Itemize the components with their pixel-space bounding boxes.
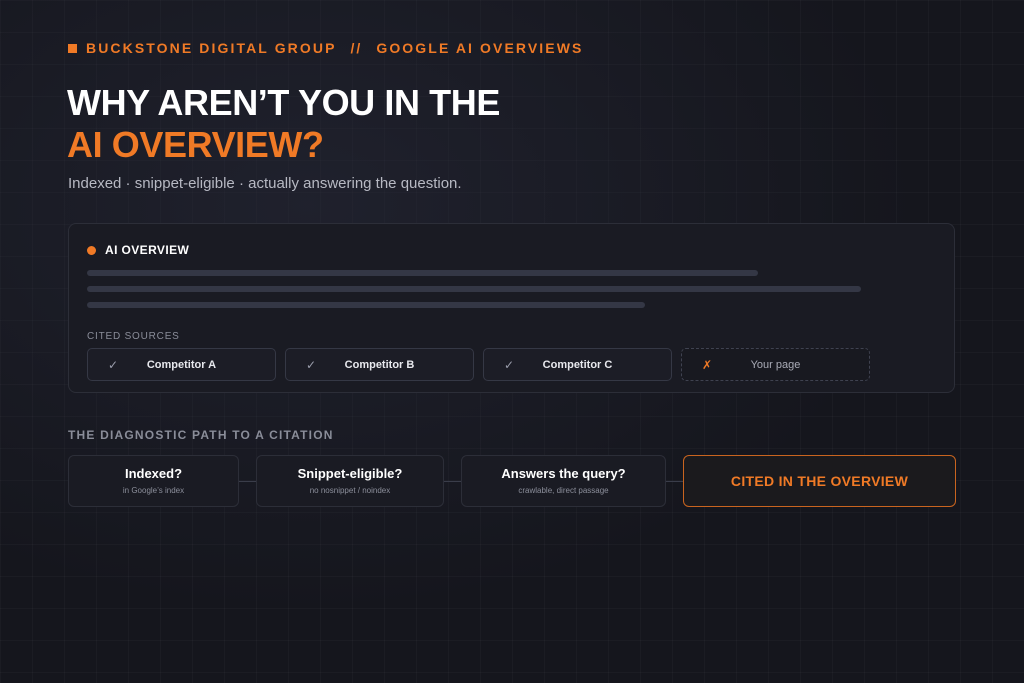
status-dot-icon xyxy=(87,245,96,255)
cited-sources-label: CITED SOURCES xyxy=(87,331,180,342)
ai-overview-card: AI OVERVIEW CITED SOURCES ✓ Competitor A… xyxy=(68,223,955,393)
step-connector xyxy=(665,481,683,482)
title-line-1: WHY AREN’T YOU IN THE xyxy=(67,82,500,123)
step-title: Indexed? xyxy=(124,466,183,481)
final-step-label: CITED IN THE OVERVIEW xyxy=(730,473,909,489)
brand-name: BUCKSTONE DIGITAL GROUP xyxy=(86,40,337,56)
subtitle: Indexed · snippet-eligible · actually an… xyxy=(68,175,462,192)
eyebrow-separator: // xyxy=(350,40,363,56)
step-title: Answers the query? xyxy=(501,466,626,481)
cross-icon: ✗ xyxy=(702,357,713,372)
text-placeholder-line xyxy=(87,286,861,292)
source-chip-competitor-c: ✓ Competitor C xyxy=(483,348,672,381)
step-subtitle: in Google’s index xyxy=(122,486,185,495)
eyebrow-topic: GOOGLE AI OVERVIEWS xyxy=(376,40,584,56)
step-indexed: Indexed? in Google’s index xyxy=(68,455,239,507)
diagnostic-path-label: THE DIAGNOSTIC PATH TO A CITATION xyxy=(68,428,334,442)
overview-label: AI OVERVIEW xyxy=(105,243,190,257)
check-icon: ✓ xyxy=(504,357,515,372)
step-subtitle: no nosnippet / noindex xyxy=(309,486,391,495)
text-placeholder-line xyxy=(87,270,758,276)
step-title: Snippet-eligible? xyxy=(297,466,403,481)
check-icon: ✓ xyxy=(306,357,317,372)
step-subtitle: crawlable, direct passage xyxy=(518,486,609,495)
text-placeholder-line xyxy=(87,302,645,308)
step-connector xyxy=(443,481,461,482)
title-line-2: AI OVERVIEW? xyxy=(67,124,324,165)
step-connector xyxy=(238,481,256,482)
source-chip-competitor-a: ✓ Competitor A xyxy=(87,348,276,381)
source-chip-your-page: ✗ Your page xyxy=(681,348,870,381)
overview-header: AI OVERVIEW xyxy=(87,243,189,257)
eyebrow: BUCKSTONE DIGITAL GROUP // GOOGLE AI OVE… xyxy=(68,40,583,56)
check-icon: ✓ xyxy=(108,357,119,372)
orange-square-icon xyxy=(68,43,77,53)
source-chip-competitor-b: ✓ Competitor B xyxy=(285,348,474,381)
page-title: WHY AREN’T YOU IN THE AI OVERVIEW? xyxy=(67,82,500,166)
step-answers-query: Answers the query? crawlable, direct pas… xyxy=(461,455,666,507)
step-snippet-eligible: Snippet-eligible? no nosnippet / noindex xyxy=(256,455,444,507)
step-cited-in-overview: CITED IN THE OVERVIEW xyxy=(683,455,956,507)
